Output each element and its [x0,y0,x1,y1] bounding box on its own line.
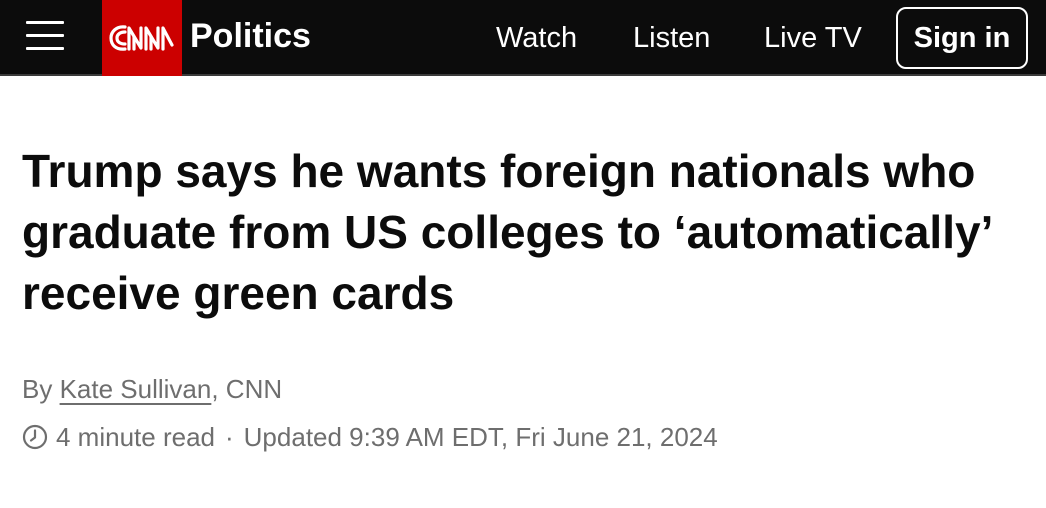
author-link[interactable]: Kate Sullivan [60,374,212,404]
cnn-logo-mark [109,25,174,51]
nav-watch-link[interactable]: Watch [496,18,577,58]
meta-separator: · [224,422,234,452]
section-title[interactable]: Politics [190,14,311,58]
clock-icon [22,424,48,450]
nav-listen-link[interactable]: Listen [633,18,710,58]
nav-live-tv-link[interactable]: Live TV [764,18,862,58]
cnn-logo[interactable] [102,0,182,76]
byline: By Kate Sullivan, CNN [22,372,282,406]
read-time: 4 minute read [56,422,215,452]
hamburger-menu-icon[interactable] [26,19,64,53]
article-meta: 4 minute read · Updated 9:39 AM EDT, Fri J… [22,420,718,454]
article-headline: Trump says he wants foreign nationals wh… [22,145,991,319]
updated-timestamp: Updated 9:39 AM EDT, Fri June 21, 2024 [243,422,718,452]
byline-suffix: , CNN [211,374,283,404]
sign-in-button[interactable]: Sign in [896,7,1028,69]
top-navigation-bar: Politics Watch Listen Live TV Sign in [0,0,1046,76]
byline-prefix: By [22,374,60,404]
